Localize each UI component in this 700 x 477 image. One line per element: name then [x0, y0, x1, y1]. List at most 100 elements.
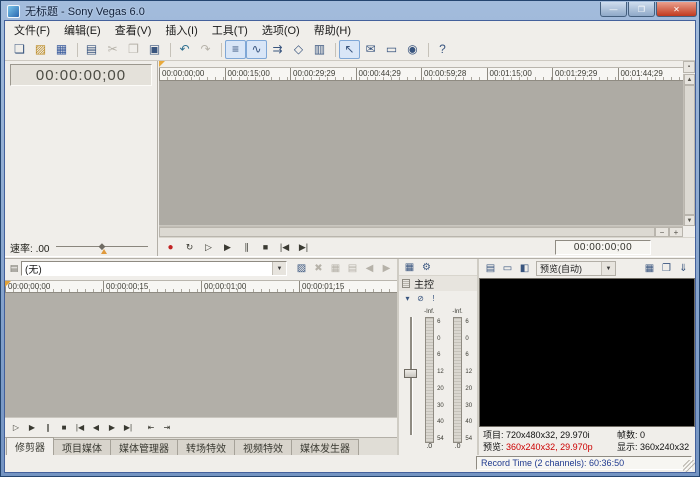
save-markers-button[interactable]: ▦: [327, 261, 344, 277]
trimmer-go-to-end-button[interactable]: ▶|: [120, 420, 136, 435]
dock-pin-button[interactable]: ▪: [683, 61, 695, 73]
timeline-horizontal-scrollbar[interactable]: − +: [159, 226, 683, 237]
horizontal-scroll-thumb[interactable]: [159, 227, 655, 237]
trimmer-go-to-start-button[interactable]: |◀: [72, 420, 88, 435]
timeline-canvas[interactable]: [159, 81, 683, 226]
tab-transitions[interactable]: 转场特效: [177, 439, 235, 455]
trimmer-cursor-marker-icon[interactable]: [5, 281, 11, 287]
master-fader-handle[interactable]: [404, 369, 417, 378]
insert-bus-button[interactable]: ▦: [401, 259, 418, 275]
split-screen-view-button[interactable]: ◧: [516, 261, 533, 277]
ignore-event-grouping-button[interactable]: ▥: [309, 40, 330, 59]
timeline-ruler[interactable]: 00:00:00;0000:00:15;0000:00:29;2900:00:4…: [159, 67, 683, 81]
pause-button[interactable]: ∥: [237, 239, 256, 255]
dropdown-arrow-icon[interactable]: ▼: [272, 262, 286, 275]
ruler-tick: 00:00:01;00: [201, 281, 299, 292]
fader-mode-button[interactable]: ▾: [401, 292, 414, 305]
trimmer-ruler[interactable]: 00:00:00;0000:00:00;1500:00:01;0000:00:0…: [5, 280, 397, 293]
trimmer-next-frame-button[interactable]: ▶: [104, 420, 120, 435]
enable-snapping-button[interactable]: ≡: [225, 40, 246, 59]
tab-video-fx[interactable]: 视频特效: [234, 439, 292, 455]
auto-crossfade-button[interactable]: ∿: [246, 40, 267, 59]
mute-button[interactable]: ⊘: [414, 292, 427, 305]
trimmer-pause-button[interactable]: ∥: [40, 420, 56, 435]
zoom-edit-tool-button[interactable]: ◉: [402, 40, 423, 59]
cursor-position-display[interactable]: 00:00:00;00: [10, 64, 152, 86]
new-project-button[interactable]: ❏: [9, 40, 30, 59]
menu-item[interactable]: 工具(T): [205, 21, 255, 39]
scale-tick: 12: [465, 369, 476, 375]
trimmer-play-from-start-button[interactable]: ▷: [8, 420, 24, 435]
stop-button[interactable]: ■: [256, 239, 275, 255]
trimmer-mark-out-button[interactable]: ⇥: [159, 420, 175, 435]
copy-button[interactable]: ❐: [123, 40, 144, 59]
loop-playback-button[interactable]: ↻: [180, 239, 199, 255]
open-button[interactable]: ▨: [30, 40, 51, 59]
tab-project-media[interactable]: 项目媒体: [53, 439, 111, 455]
tab-media-manager[interactable]: 媒体管理器: [110, 439, 178, 455]
zoom-out-button[interactable]: −: [655, 227, 669, 237]
tab-trimmer[interactable]: 修剪器: [6, 437, 54, 455]
normal-edit-tool-button[interactable]: ↖: [339, 40, 360, 59]
copy-snapshot-button[interactable]: ❐: [658, 261, 675, 277]
play-button[interactable]: ▶: [218, 239, 237, 255]
media-properties-button[interactable]: ▤: [344, 261, 361, 277]
zoom-in-button[interactable]: +: [669, 227, 683, 237]
trimmer-prev-frame-button[interactable]: ◀: [88, 420, 104, 435]
record-button[interactable]: ●: [161, 239, 180, 255]
resize-grip[interactable]: [683, 460, 695, 472]
master-drag-handle-icon[interactable]: [402, 279, 410, 288]
meter-right-bar[interactable]: [453, 317, 462, 443]
go-to-end-button[interactable]: ▶|: [294, 239, 313, 255]
selection-edit-tool-button[interactable]: ▭: [381, 40, 402, 59]
lock-envelopes-button[interactable]: ◇: [288, 40, 309, 59]
vertical-scroll-thumb[interactable]: [684, 85, 695, 215]
preview-quality-dropdown[interactable]: 预览(自动) ▼: [536, 261, 616, 276]
dropdown-arrow-icon[interactable]: ▼: [601, 262, 615, 275]
timeline-vertical-scrollbar[interactable]: ▲ ▼: [683, 74, 695, 226]
rate-slider[interactable]: ◆: [56, 240, 152, 255]
meter-left-bar[interactable]: [425, 317, 434, 443]
scroll-up-button[interactable]: ▲: [684, 74, 695, 85]
prev-media-button[interactable]: ◀: [361, 261, 378, 277]
play-from-start-button[interactable]: ▷: [199, 239, 218, 255]
track-list-empty-area[interactable]: [5, 88, 157, 238]
go-to-start-button[interactable]: |◀: [275, 239, 294, 255]
trimmer-canvas[interactable]: [5, 293, 397, 418]
tab-media-generators[interactable]: 媒体发生器: [291, 439, 359, 455]
mixer-properties-button[interactable]: ⚙: [418, 259, 435, 275]
paste-button[interactable]: ▣: [144, 40, 165, 59]
external-monitor-button[interactable]: ▭: [499, 261, 516, 277]
menu-item[interactable]: 查看(V): [108, 21, 159, 39]
maximize-button[interactable]: ❐: [628, 2, 655, 17]
menu-item[interactable]: 插入(I): [158, 21, 204, 39]
trimmer-mark-in-button[interactable]: ⇤: [143, 420, 159, 435]
undo-button[interactable]: ↶: [174, 40, 195, 59]
menu-item[interactable]: 帮助(H): [307, 21, 358, 39]
whats-this-help-button[interactable]: ?: [432, 40, 453, 59]
minimize-button[interactable]: —: [600, 2, 627, 17]
envelope-edit-tool-button[interactable]: ✉: [360, 40, 381, 59]
menu-item[interactable]: 文件(F): [7, 21, 57, 39]
trimmer-play-button[interactable]: ▶: [24, 420, 40, 435]
cut-button[interactable]: ✂: [102, 40, 123, 59]
auto-ripple-button[interactable]: ⇉: [267, 40, 288, 59]
scroll-down-button[interactable]: ▼: [684, 215, 695, 226]
open-media-button[interactable]: ▨: [293, 261, 310, 277]
solo-button[interactable]: !: [427, 292, 440, 305]
save-button[interactable]: ▦: [51, 40, 72, 59]
next-media-button[interactable]: ▶: [378, 261, 395, 277]
menu-item[interactable]: 编辑(E): [57, 21, 108, 39]
trimmer-media-dropdown[interactable]: (无) ▼: [21, 261, 287, 276]
trimmer-stop-button[interactable]: ■: [56, 420, 72, 435]
video-properties-button[interactable]: ▤: [482, 261, 499, 277]
scale-tick: 6: [437, 352, 448, 358]
project-properties-button[interactable]: ▤: [81, 40, 102, 59]
transport-timecode[interactable]: 00:00:00;00: [555, 240, 651, 255]
close-button[interactable]: ✕: [656, 2, 697, 17]
redo-button[interactable]: ↷: [195, 40, 216, 59]
save-snapshot-button[interactable]: ⇓: [675, 261, 692, 277]
menu-item[interactable]: 选项(O): [255, 21, 307, 39]
grid-overlay-button[interactable]: ▦: [641, 261, 658, 277]
remove-media-button[interactable]: ✖: [310, 261, 327, 277]
